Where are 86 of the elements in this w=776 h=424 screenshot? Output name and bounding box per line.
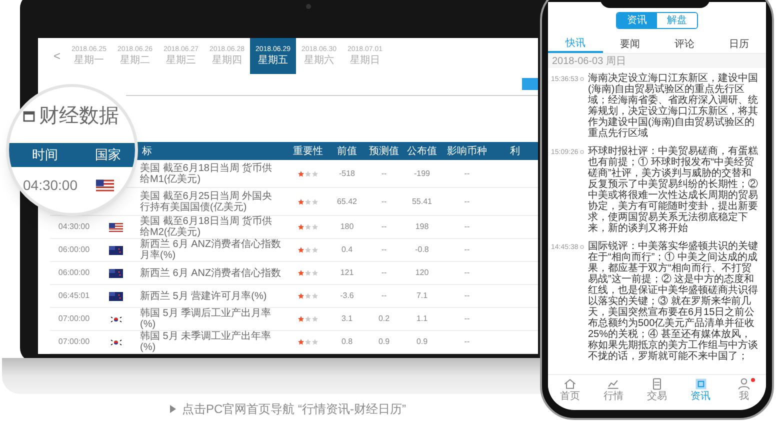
column-header: 影响币种 (446, 144, 488, 158)
table-cell-text: -- (463, 168, 471, 180)
news-tab[interactable]: 日历 (712, 35, 766, 53)
flag-icon (109, 314, 123, 324)
table-cell-text: -199 (412, 168, 431, 180)
table-cell-text: -- (463, 336, 471, 348)
page-title: 财经数据 (39, 104, 119, 129)
calendar-icon (23, 110, 35, 122)
news-icon (694, 377, 708, 391)
nav-item[interactable]: 首页 (548, 375, 592, 404)
table-cell-text: -- (380, 168, 388, 180)
table-cell-text: -- (463, 267, 471, 279)
table-cell-text: 180 (339, 221, 355, 233)
table-cell-text: -- (380, 267, 388, 279)
flag-icon (95, 180, 114, 192)
table-cell: 06:45:01 (58, 290, 90, 302)
table-cell-text: 0.4 (340, 244, 354, 256)
flag-icon (109, 246, 123, 254)
table-cell-text: -- (380, 290, 388, 302)
table-cell-text: 198 (414, 221, 430, 233)
table-cell-text: 7.1 (415, 290, 429, 302)
table-cell-text: -- (463, 290, 471, 302)
table-cell-text: 韩国 5月 未季调工业产出年率(%) (139, 331, 272, 353)
nav-item[interactable]: 资讯 (678, 375, 722, 404)
flag-icon (109, 222, 123, 232)
home-icon (562, 377, 577, 391)
table-cell-text: -- (380, 244, 388, 256)
table-cell-text: 韩国 5月 季调后工业产出月率(%) (139, 308, 272, 330)
table-cell-text: 新西兰 5月 营建许可月率(%) (139, 290, 268, 302)
flag-icon (109, 338, 123, 346)
news-tab[interactable]: 评论 (657, 35, 712, 53)
table-cell-text: 美国 截至6月18日当周 货币供给M2(亿美元) (139, 216, 274, 238)
table-cell-text: -0.8 (414, 244, 430, 256)
table-cell-text: -3.6 (339, 290, 355, 302)
table-cell-text: 0.2 (377, 313, 391, 325)
nav-item[interactable]: 交易 (635, 375, 679, 404)
table-cell: 07:00:00 (58, 313, 90, 325)
user-icon (737, 377, 752, 391)
table-cell-text: 3.1 (340, 313, 354, 325)
news-text: 环球时报社评：中美贸易磋商，有蛋糕也有前提；① 环球时报发布“中美经贸磋商”社评，美方谈判与威胁的交替和反复预示了中美贸易纠纷的长期性；② 中美或将很难一次性达成长周期的贸易协定，美方有可能随时变卦，提出新要求，使两国贸易关系无法彻底稳定下来，新的谈判又将开始 (588, 146, 759, 234)
action-button[interactable] (522, 78, 538, 90)
table-cell-text: 新西兰 6月 ANZ消费者信心指数月率(%) (139, 239, 282, 261)
news-text: 国际锐评：中美落实华盛顿共识的关键在于“相向而行”；① 中美之间达成的成果，都应基于双方“相向而行、不打贸易战”这一前提；② 这是中方的态度和红线，也是保证中美华盛顿磋商共识得以落实的关键；③ 就在罗斯来华前几天，美国突然宣布要在6月15日之前公布总额约为500亿美元产品清单并征收25%的关税；④ 甚至还有媒体放风，称如果先期抵京的美方工作组与中方谈不拢的话，罗斯就可能不来中国了； (588, 241, 759, 362)
camera-icon (306, 4, 311, 9)
news-text: 海南决定设立海口江东新区，建设中国(海南)自由贸易试验区的重点先行区域；经海南省委、省政府深入调研、统筹规划，决定设立海口江东新区，将其作为建设中国(海南)自由贸易试验区的重点先行区域 (588, 73, 759, 139)
table-cell-text: -- (463, 313, 471, 325)
column-header: 利 (509, 144, 521, 158)
column-header: 前值 (336, 144, 358, 158)
column-header: 预测值 (368, 144, 400, 158)
table-cell-text: 121 (339, 267, 355, 279)
table-cell-text: 新西兰 6月 ANZ消费者信心指数 (139, 268, 282, 278)
table-cell: 06:00:00 (58, 267, 90, 279)
table-cell-text: 0.9 (377, 336, 391, 348)
table-cell-text: 1.1 (415, 313, 429, 325)
news-tab[interactable]: 要闻 (602, 35, 657, 53)
flag-icon (109, 292, 123, 300)
table-cell: 06:00:00 (58, 244, 90, 256)
table-cell-text: 0.9 (415, 336, 429, 348)
column-header: 公布值 (406, 144, 438, 158)
column-header: 重要性 (292, 144, 324, 158)
table-cell: 04:30:00 (58, 221, 90, 233)
date-label: 2018-06-03 周日 (552, 54, 626, 68)
table-cell-text: 美国 截至6月18日当周 货币供给M1(亿美元) (139, 162, 274, 184)
column-header: 国家 (94, 146, 121, 164)
table-cell-text: 65.42 (336, 196, 358, 208)
nav-item[interactable]: 我 (722, 375, 766, 404)
table-cell-text: -- (463, 244, 471, 256)
play-icon (170, 405, 176, 413)
back-button[interactable]: < (48, 47, 66, 65)
table-cell-text: -- (380, 221, 388, 233)
column-header: 标 (141, 144, 153, 158)
table-cell-text: 120 (414, 267, 430, 279)
table-cell-text: -518 (338, 168, 356, 180)
flag-icon (109, 268, 123, 278)
caption-text: 点击PC官网首页导航 “行情资讯-财经日历” (182, 401, 406, 418)
table-cell-text: -- (463, 196, 471, 208)
table-cell-text: 美国 截至6月25日当周 外国央行持有美国国债(亿美元) (139, 190, 274, 212)
table-cell-text: -- (380, 196, 388, 208)
table-cell-text: 0.8 (340, 336, 354, 348)
column-header: 时间 (31, 146, 59, 164)
segment-tab[interactable]: 资讯 (617, 13, 657, 28)
nav-item[interactable]: 行情 (592, 375, 636, 404)
table-cell-text: 04:30:00 (23, 176, 78, 195)
table-cell: 07:00:00 (58, 336, 90, 348)
table-cell-text: -- (463, 221, 471, 233)
table-cell-text: 55.41 (410, 196, 434, 208)
